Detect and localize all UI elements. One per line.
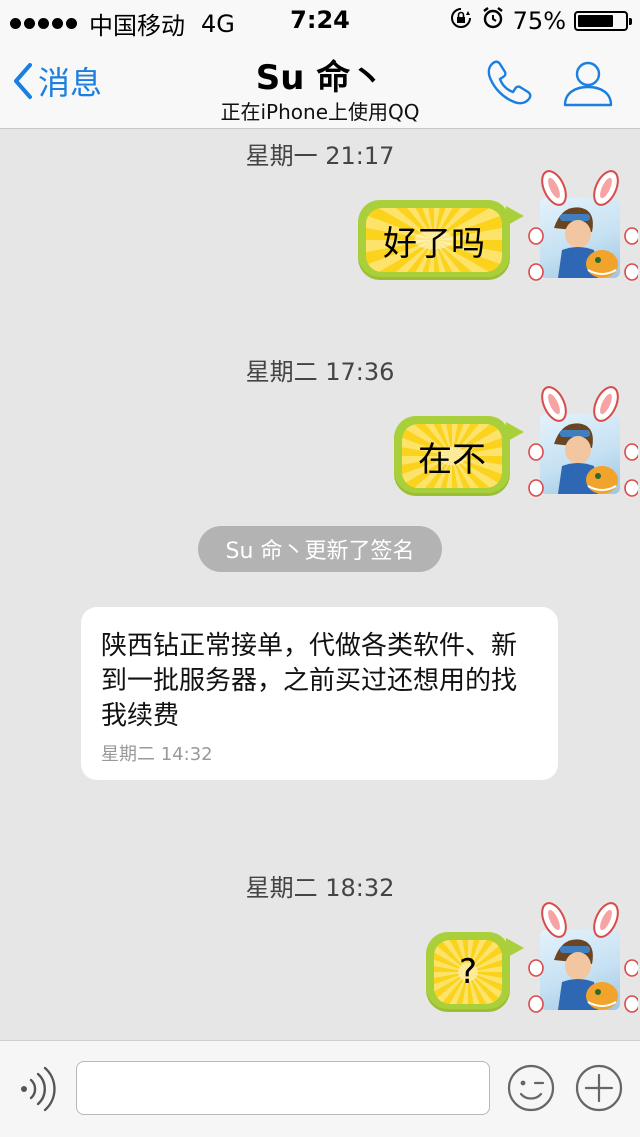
voice-icon: [21, 1066, 56, 1112]
message-text: ?: [434, 940, 502, 1004]
chat-subtitle: 正在iPhone上使用QQ: [220, 100, 420, 124]
nav-bar: 消息 Su 命丶 正在iPhone上使用QQ: [0, 40, 640, 129]
timestamp-3: 星期二 18:32: [245, 874, 395, 902]
lock-rotation-icon: [449, 6, 473, 36]
avatar[interactable]: [528, 386, 638, 497]
phone-icon: [487, 60, 532, 105]
chat-title: Su 命丶: [255, 58, 385, 98]
sent-message-bubble[interactable]: 在不: [394, 416, 524, 496]
timestamp-2: 星期二 17:36: [245, 358, 395, 386]
sent-message-bubble[interactable]: ?: [426, 932, 524, 1012]
profile-button[interactable]: [562, 58, 613, 108]
emoji-icon: [507, 1064, 555, 1112]
message-input[interactable]: [76, 1061, 490, 1115]
status-right: 75%: [449, 6, 632, 36]
call-button[interactable]: [484, 58, 532, 108]
system-notice: Su 命丶更新了签名: [198, 526, 442, 572]
timestamp-1: 星期一 21:17: [245, 142, 395, 170]
more-button[interactable]: [574, 1063, 624, 1117]
message-text: 好了吗: [366, 208, 502, 272]
battery-percent: 75%: [512, 7, 566, 35]
message-text: 陕西钻正常接单，代做各类软件、新到一批服务器，之前买过还想用的找我续费: [101, 631, 518, 731]
sent-message-bubble[interactable]: 好了吗: [358, 200, 524, 280]
message-text: 在不: [402, 424, 502, 488]
message-time: 星期二 14:32: [101, 744, 213, 765]
battery-icon: [574, 11, 632, 31]
status-bar: 中国移动 4G 7:24 75%: [0, 0, 640, 40]
avatar[interactable]: [528, 170, 638, 281]
received-message-bubble[interactable]: 陕西钻正常接单，代做各类软件、新到一批服务器，之前买过还想用的找我续费 星期二 …: [81, 607, 558, 780]
person-icon: [563, 61, 613, 107]
avatar[interactable]: [528, 902, 638, 1013]
input-bar: [0, 1040, 640, 1137]
voice-button[interactable]: [18, 1065, 58, 1117]
alarm-icon: [481, 6, 505, 36]
emoji-button[interactable]: [506, 1063, 556, 1117]
plus-icon: [575, 1064, 623, 1112]
